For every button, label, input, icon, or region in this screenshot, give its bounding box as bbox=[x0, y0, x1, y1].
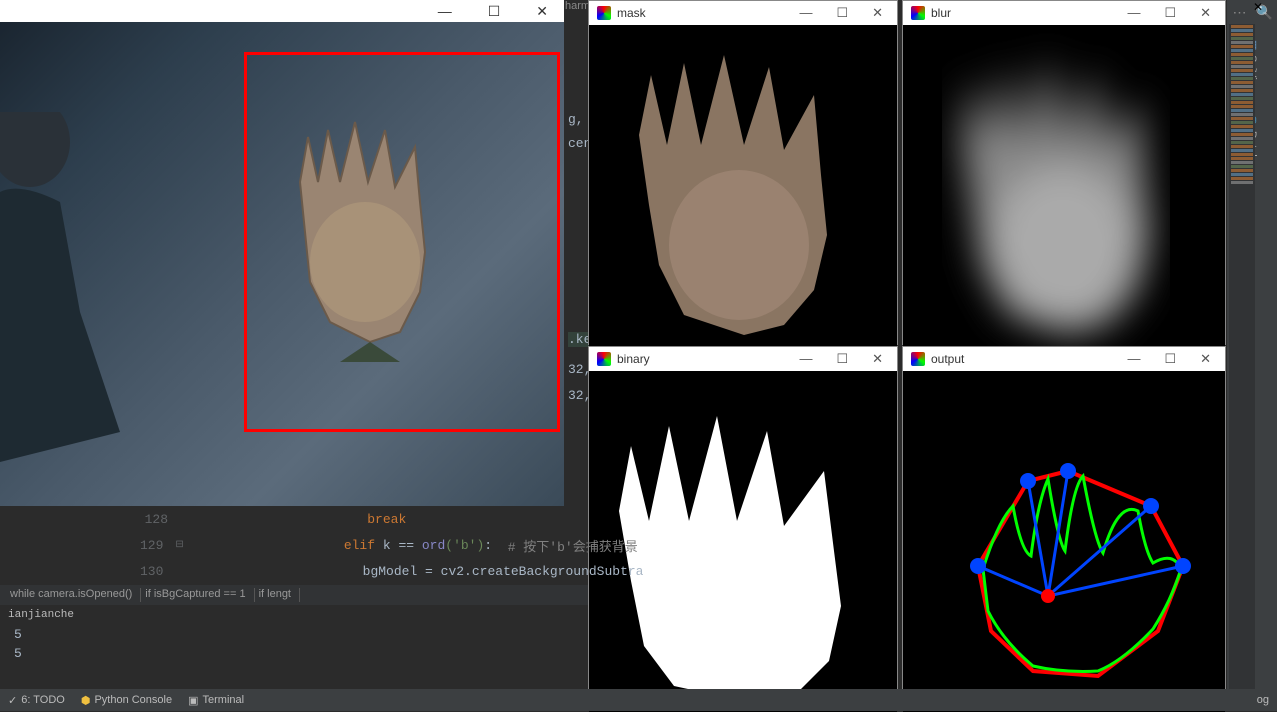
blur-titlebar[interactable]: blur — ☐ ✕ bbox=[903, 1, 1225, 25]
output-title: output bbox=[931, 352, 964, 366]
person-silhouette bbox=[0, 112, 150, 462]
blur-window: blur — ☐ ✕ bbox=[902, 0, 1226, 345]
mask-window: mask — ☐ ✕ bbox=[588, 0, 898, 345]
mask-close-button[interactable]: ✕ bbox=[866, 5, 889, 21]
check-icon: ✓ bbox=[8, 694, 17, 707]
blur-maximize-button[interactable]: ☐ bbox=[1158, 5, 1182, 21]
blur-image bbox=[903, 25, 1225, 346]
binary-maximize-button[interactable]: ☐ bbox=[830, 351, 854, 367]
run-console: ianjianche 5 5 bbox=[0, 605, 588, 685]
mask-minimize-button[interactable]: — bbox=[793, 5, 818, 21]
line-number: 129 bbox=[140, 538, 175, 553]
ide-bottom-toolbar: ✓ 6: TODO ⬢ Python Console ▣ Terminal og bbox=[0, 689, 1277, 711]
output-image bbox=[903, 371, 1225, 712]
camera-feed-image bbox=[0, 22, 564, 506]
mask-maximize-button[interactable]: ☐ bbox=[830, 5, 854, 21]
output-window: output — ☐ ✕ bbox=[902, 346, 1226, 711]
camera-titlebar: — ☐ ✕ bbox=[0, 0, 564, 22]
terminal-icon: ▣ bbox=[188, 694, 198, 707]
blur-minimize-button[interactable]: — bbox=[1121, 5, 1146, 21]
opencv-icon bbox=[911, 352, 925, 366]
python-icon: ⬢ bbox=[81, 694, 91, 707]
camera-feed-window: — ☐ ✕ bbox=[0, 0, 564, 506]
blur-close-button[interactable]: ✕ bbox=[1194, 5, 1217, 21]
binary-window: binary — ☐ ✕ bbox=[588, 346, 898, 711]
python-console-button[interactable]: ⬢ Python Console bbox=[81, 694, 172, 707]
console-output-line: 5 bbox=[8, 644, 580, 663]
binary-close-button[interactable]: ✕ bbox=[866, 351, 889, 367]
fold-icon[interactable]: ⊟ bbox=[175, 539, 183, 551]
camera-maximize-button[interactable]: ☐ bbox=[480, 1, 509, 22]
mask-titlebar[interactable]: mask — ☐ ✕ bbox=[589, 1, 897, 25]
todo-panel-button[interactable]: ✓ 6: TODO bbox=[8, 694, 65, 707]
blur-title: blur bbox=[931, 6, 951, 20]
output-maximize-button[interactable]: ☐ bbox=[1158, 351, 1182, 367]
code-line-130[interactable]: 130 bgModel = cv2.createBackgroundSubtra bbox=[140, 558, 588, 584]
breadcrumb-item[interactable]: while camera.isOpened() bbox=[10, 588, 141, 602]
line-number: 130 bbox=[140, 564, 175, 579]
ide-close-button[interactable]: ✕ bbox=[1253, 0, 1277, 24]
roi-rectangle bbox=[244, 52, 560, 432]
opencv-icon bbox=[597, 6, 611, 20]
breadcrumb-item[interactable]: if isBgCaptured == 1 bbox=[145, 588, 254, 602]
console-output-line: 5 bbox=[8, 625, 580, 644]
output-minimize-button[interactable]: — bbox=[1121, 351, 1146, 367]
event-log-button[interactable]: og bbox=[1257, 694, 1269, 706]
opencv-icon bbox=[911, 6, 925, 20]
opencv-icon bbox=[597, 352, 611, 366]
camera-minimize-button[interactable]: — bbox=[430, 1, 460, 21]
ide-partial-text: harm bbox=[565, 0, 587, 22]
line-number: 128 bbox=[140, 512, 180, 527]
camera-close-button[interactable]: ✕ bbox=[528, 1, 556, 22]
output-titlebar[interactable]: output — ☐ ✕ bbox=[903, 347, 1225, 371]
editor-minimap[interactable] bbox=[1229, 24, 1255, 689]
binary-titlebar[interactable]: binary — ☐ ✕ bbox=[589, 347, 897, 371]
output-close-button[interactable]: ✕ bbox=[1194, 351, 1217, 367]
breadcrumb-item[interactable]: if lengt bbox=[259, 588, 300, 602]
binary-minimize-button[interactable]: — bbox=[793, 351, 818, 367]
code-line-128[interactable]: 128 break bbox=[140, 506, 588, 532]
code-line-129[interactable]: 129 ⊟ elif k == ord('b'): # 按下'b'会捕获背景 bbox=[140, 532, 588, 558]
code-breadcrumb[interactable]: while camera.isOpened() if isBgCaptured … bbox=[0, 585, 588, 605]
terminal-button[interactable]: ▣ Terminal bbox=[188, 694, 244, 707]
mask-title: mask bbox=[617, 6, 646, 20]
console-tab-label[interactable]: ianjianche bbox=[8, 609, 580, 621]
binary-title: binary bbox=[617, 352, 650, 366]
sidebar-menu-button[interactable]: ⋯ bbox=[1227, 0, 1252, 24]
mask-image bbox=[589, 25, 897, 346]
